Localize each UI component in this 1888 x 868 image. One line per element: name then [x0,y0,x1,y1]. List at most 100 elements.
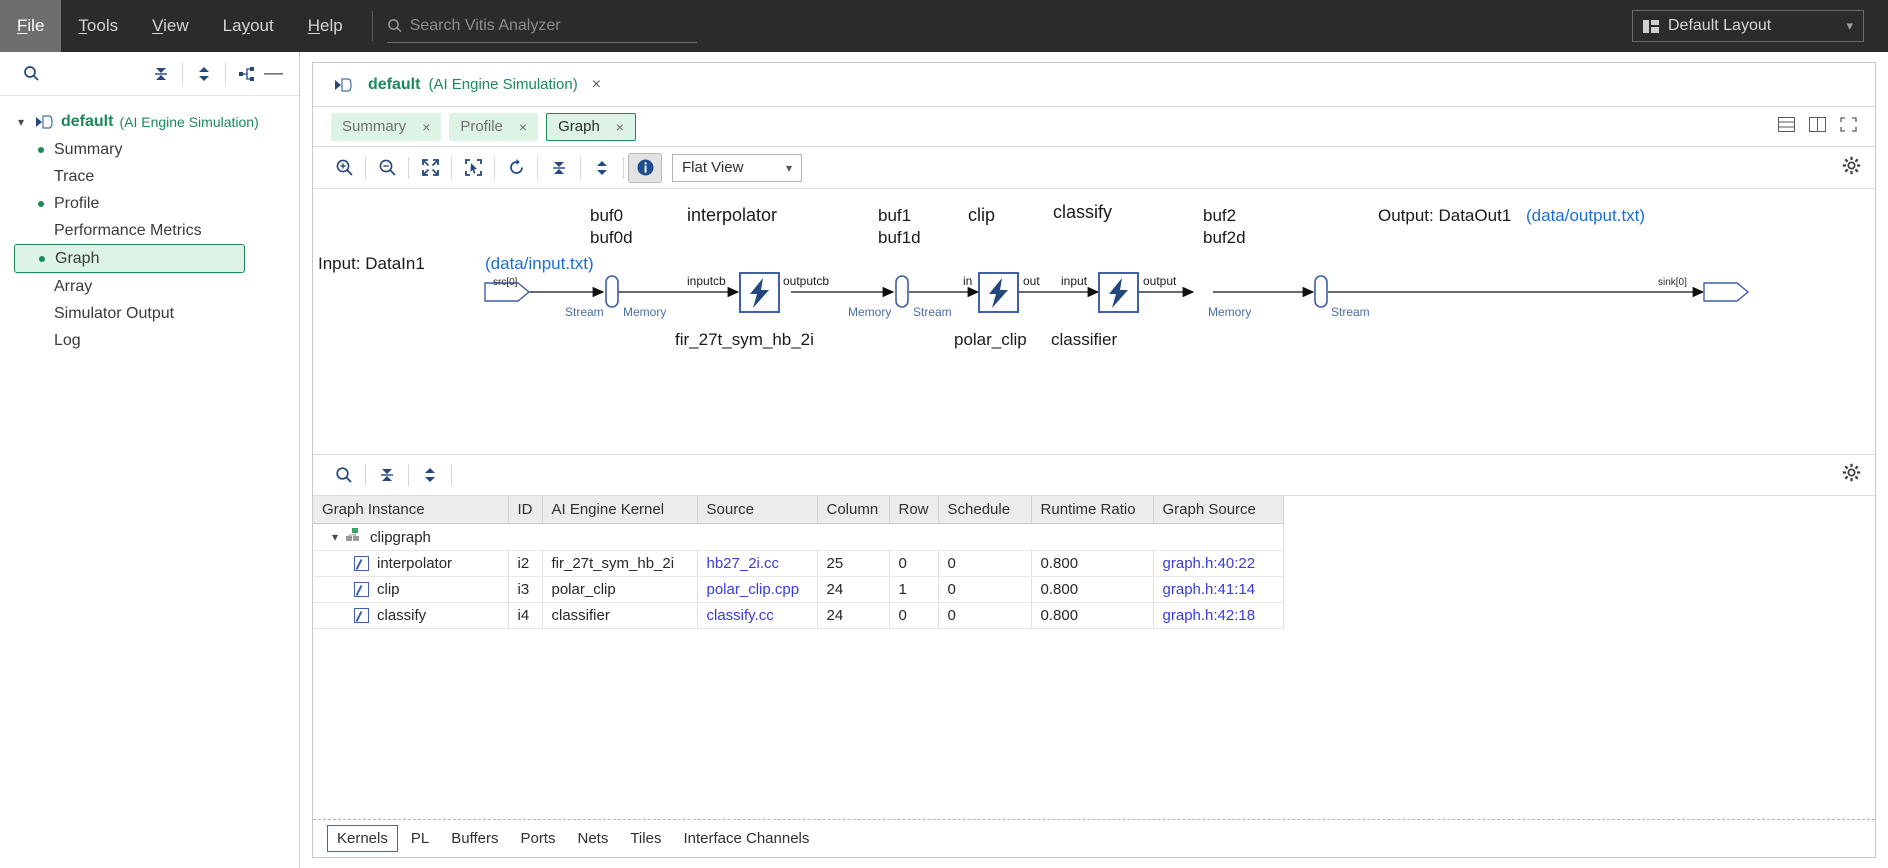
graph-buffer2-left-label: Memory [1208,305,1251,319]
tab-graph[interactable]: Graph × [546,112,636,141]
bottom-tab-buffers[interactable]: Buffers [442,826,507,851]
cell-column: 24 [817,602,890,629]
close-icon[interactable]: × [422,119,430,135]
col-runtime-ratio[interactable]: Runtime Ratio [1031,496,1154,524]
search-box[interactable] [386,9,697,43]
graph-buffer1-right-label: Stream [913,305,952,319]
kernels-table-container[interactable]: Graph Instance ID AI Engine Kernel Sourc… [313,496,1875,819]
graph-input-port-label: src[0] [493,277,518,288]
bottom-tab-kernels[interactable]: Kernels [327,825,398,852]
toolbar-divider [451,156,452,179]
graph-output-label: Output: DataOut1 [1378,206,1511,225]
link-tree-icon[interactable] [230,59,264,89]
col-schedule[interactable]: Schedule [938,496,1032,524]
view-mode-dropdown[interactable]: Flat View ▾ [672,153,802,182]
expand-all-icon[interactable] [413,460,447,490]
bottom-tab-nets[interactable]: Nets [568,826,617,851]
bottom-tab-tiles[interactable]: Tiles [621,826,670,851]
cell-source-link[interactable]: polar_clip.cpp [697,576,818,603]
search-icon[interactable] [14,59,48,89]
graph-buffer0-icon [605,275,619,308]
bottom-tab-pl[interactable]: PL [402,826,438,851]
bottom-tab-interface-channels[interactable]: Interface Channels [674,826,818,851]
toolbar-divider [623,156,624,179]
expand-icon[interactable] [585,153,619,183]
col-graph-source[interactable]: Graph Source [1153,496,1284,524]
close-icon[interactable]: × [592,76,601,94]
cell-source-link[interactable]: hb27_2i.cc [697,550,818,577]
close-icon[interactable]: × [616,119,624,135]
list-view-icon[interactable] [1778,116,1795,137]
tree-root-default[interactable]: ▾ default (AI Engine Simulation) [0,108,299,136]
gear-icon[interactable] [1842,463,1861,487]
zoom-out-icon[interactable] [370,153,404,183]
chevron-down-icon[interactable]: ▾ [332,530,338,544]
graph-kernel2-title: classify [1053,202,1112,222]
row-name: clip [377,581,400,598]
refresh-icon[interactable] [499,153,533,183]
bottom-tab-ports[interactable]: Ports [511,826,564,851]
col-ai-engine-kernel[interactable]: AI Engine Kernel [542,496,698,524]
minimize-icon[interactable]: — [264,63,285,85]
sidebar-item-graph[interactable]: Graph [14,244,245,273]
collapse-icon[interactable] [542,153,576,183]
panel-view-controls [1778,116,1857,137]
search-icon[interactable] [327,460,361,490]
graph-buffer1-icon [895,275,909,308]
menu-view[interactable]: View [135,0,206,52]
collapse-all-icon[interactable] [370,460,404,490]
menu-help[interactable]: Help [291,0,360,52]
toolbar-divider [365,464,366,486]
sidebar-item-trace[interactable]: Trace [0,163,299,190]
graph-buffer2-name: buf2 [1203,206,1236,225]
sidebar-item-profile[interactable]: Profile [0,190,299,217]
menu-layout[interactable]: Layout [206,0,291,52]
collapse-all-icon[interactable] [144,59,178,89]
graph-canvas[interactable]: Input: DataIn1 (data/input.txt) src[0] b… [313,189,1875,454]
cell-kernel: classifier [542,602,698,629]
cell-graph-source-link[interactable]: graph.h:40:22 [1153,550,1284,577]
chevron-down-icon[interactable]: ▾ [18,115,32,129]
table-row[interactable]: interpolator i2 fir_27t_sym_hb_2i hb27_2… [313,550,1284,577]
cell-runtime-ratio: 0.800 [1031,576,1154,603]
kernel-icon [354,608,369,623]
tab-summary[interactable]: Summary × [331,112,442,141]
col-id[interactable]: ID [508,496,543,524]
sidebar-item-array[interactable]: Array [0,273,299,300]
toolbar-divider [225,62,226,85]
cell-source-link[interactable]: classify.cc [697,602,818,629]
table-row[interactable]: clip i3 polar_clip polar_clip.cpp 24 1 0… [313,576,1284,603]
info-icon[interactable] [628,152,662,183]
cell-runtime-ratio: 0.800 [1031,602,1154,629]
layout-dropdown[interactable]: Default Layout ▾ [1632,10,1864,42]
graph-buffer0-name: buf0 [590,206,623,225]
fit-screen-icon[interactable] [413,153,447,183]
toolbar-divider [365,156,366,179]
split-view-icon[interactable] [1809,116,1826,137]
cell-graph-source-link[interactable]: graph.h:42:18 [1153,602,1284,629]
sidebar-item-simulator-output[interactable]: Simulator Output [0,300,299,327]
col-source[interactable]: Source [697,496,818,524]
menu-tools[interactable]: Tools [61,0,135,52]
close-icon[interactable]: × [519,119,527,135]
expand-all-icon[interactable] [187,59,221,89]
cell-graph-source-link[interactable]: graph.h:41:14 [1153,576,1284,603]
layout-dropdown-label: Default Layout [1668,17,1772,34]
col-graph-instance[interactable]: Graph Instance [313,496,509,524]
table-row[interactable]: classify i4 classifier classify.cc 24 0 … [313,602,1284,629]
sidebar-item-performance-metrics[interactable]: Performance Metrics [0,217,299,244]
sidebar-item-summary[interactable]: Summary [0,136,299,163]
table-group-row[interactable]: ▾ clipgraph [313,523,1284,551]
tab-profile[interactable]: Profile × [449,112,539,141]
gear-icon[interactable] [1842,156,1861,180]
search-input[interactable] [409,16,697,35]
table-header-row: Graph Instance ID AI Engine Kernel Sourc… [313,496,1284,524]
menu-file[interactable]: File [0,0,62,52]
graph-kernel1-outport: out [1023,274,1040,288]
zoom-in-icon[interactable] [327,153,361,183]
sidebar-item-log[interactable]: Log [0,327,299,354]
maximize-icon[interactable] [1840,116,1857,137]
select-region-icon[interactable] [456,153,490,183]
col-row[interactable]: Row [889,496,939,524]
col-column[interactable]: Column [817,496,890,524]
